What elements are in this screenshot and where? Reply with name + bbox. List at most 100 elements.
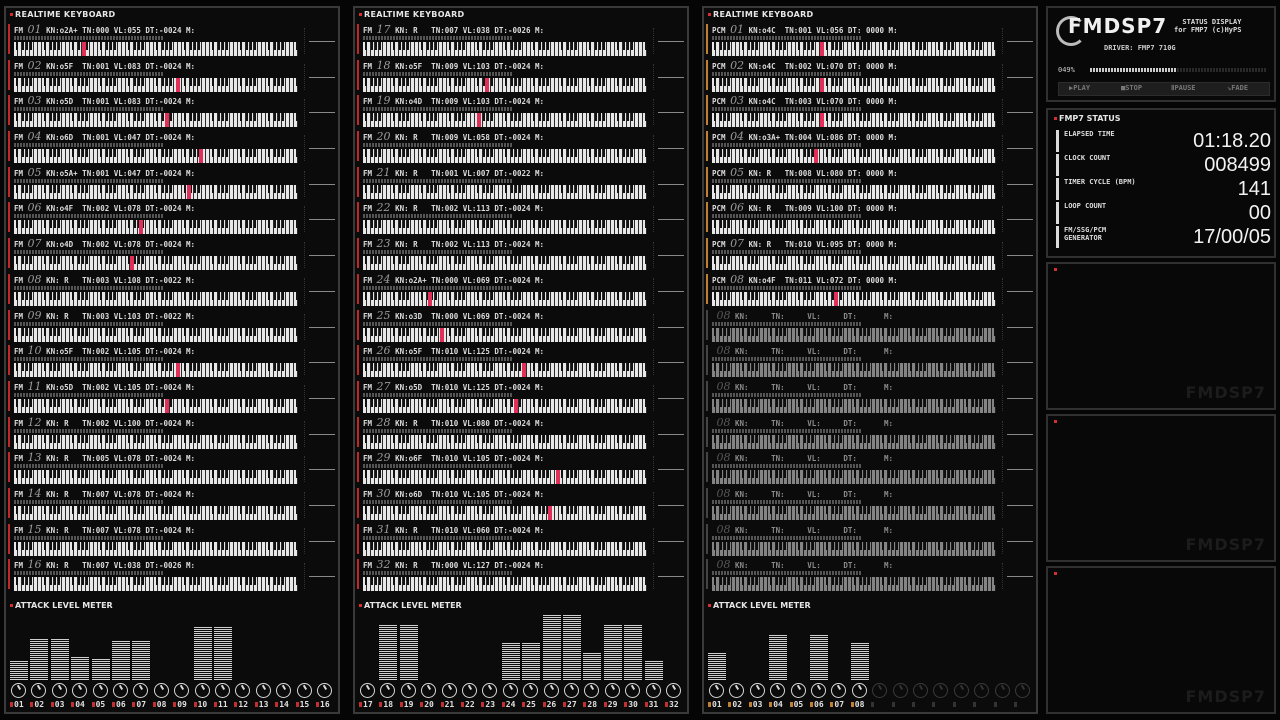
channel-row[interactable]: FM 01 KN:o2A+ TN:000 VL:055 DT:-0024 M: bbox=[8, 22, 338, 58]
pan-knob-icon[interactable] bbox=[811, 683, 826, 698]
channel-row[interactable]: FM 27 KN:o5D TN:010 VL:125 DT:-0024 M: bbox=[357, 379, 687, 415]
pause-button[interactable]: ⅡPAUSE bbox=[1171, 84, 1196, 92]
pan-knob-icon[interactable] bbox=[892, 683, 908, 698]
channel-row[interactable]: PCM 01 KN:o4C TN:001 VL:056 DT: 0000 M: bbox=[706, 22, 1036, 58]
pan-knob-icon[interactable] bbox=[933, 683, 949, 698]
pan-knob-icon[interactable] bbox=[523, 683, 539, 698]
progress-bar[interactable] bbox=[1090, 68, 1266, 72]
pan-knob-icon[interactable] bbox=[564, 683, 579, 698]
pan-knob-icon[interactable] bbox=[255, 683, 271, 698]
channel-row[interactable]: 08 KN: TN: VL: DT: M: bbox=[706, 486, 1036, 522]
channel-row[interactable]: FM 32 KN: R TN:000 VL:127 DT:-0024 M: bbox=[357, 557, 687, 593]
channel-row[interactable]: PCM 07 KN: R TN:010 VL:095 DT: 0000 M: bbox=[706, 236, 1036, 272]
channel-row[interactable]: PCM 05 KN: R TN:008 VL:080 DT: 0000 M: bbox=[706, 165, 1036, 201]
pan-knob-icon[interactable] bbox=[153, 683, 169, 698]
pan-knob-icon[interactable] bbox=[913, 683, 928, 698]
channel-row[interactable]: FM 07 KN:o4D TN:002 VL:078 DT:-0024 M: bbox=[8, 236, 338, 272]
pan-knob-icon[interactable] bbox=[31, 683, 47, 698]
channel-row[interactable]: FM 22 KN: R TN:002 VL:113 DT:-0024 M: bbox=[357, 200, 687, 236]
channel-row[interactable]: FM 08 KN: R TN:003 VL:108 DT:-0022 M: bbox=[8, 272, 338, 308]
pan-knob-icon[interactable] bbox=[462, 683, 477, 698]
channel-row[interactable]: 08 KN: TN: VL: DT: M: bbox=[706, 379, 1036, 415]
pan-knob-icon[interactable] bbox=[133, 683, 149, 698]
pan-knob-icon[interactable] bbox=[194, 683, 210, 698]
channel-row[interactable]: FM 24 KN:o2A+ TN:000 VL:069 DT:-0024 M: bbox=[357, 272, 687, 308]
fade-button[interactable]: ⇘FADE bbox=[1227, 84, 1248, 92]
pan-knob-icon[interactable] bbox=[441, 683, 457, 698]
pan-knob-icon[interactable] bbox=[400, 683, 416, 698]
channel-row[interactable]: FM 05 KN:o5A+ TN:001 VL:047 DT:-0024 M: bbox=[8, 165, 338, 201]
channel-row[interactable]: PCM 08 KN:o4F TN:011 VL:072 DT: 0000 M: bbox=[706, 272, 1036, 308]
pan-knob-icon[interactable] bbox=[174, 683, 190, 698]
channel-row[interactable]: FM 02 KN:o5F TN:001 VL:083 DT:-0024 M: bbox=[8, 58, 338, 94]
channel-row[interactable]: FM 16 KN: R TN:007 VL:038 DT:-0026 M: bbox=[8, 557, 338, 593]
pan-knob-icon[interactable] bbox=[113, 683, 128, 698]
channel-row[interactable]: 08 KN: TN: VL: DT: M: bbox=[706, 308, 1036, 344]
channel-row[interactable]: 08 KN: TN: VL: DT: M: bbox=[706, 557, 1036, 593]
pan-knob-icon[interactable] bbox=[604, 683, 620, 698]
pan-knob-icon[interactable] bbox=[235, 683, 251, 698]
channel-row[interactable]: 08 KN: TN: VL: DT: M: bbox=[706, 450, 1036, 486]
pan-knob-icon[interactable] bbox=[421, 683, 437, 698]
channel-row[interactable]: FM 30 KN:o6D TN:010 VL:105 DT:-0024 M: bbox=[357, 486, 687, 522]
channel-row[interactable]: 08 KN: TN: VL: DT: M: bbox=[706, 415, 1036, 451]
play-button[interactable]: ▶PLAY bbox=[1069, 84, 1090, 92]
pan-knob-icon[interactable] bbox=[994, 683, 1010, 698]
channel-row[interactable]: FM 21 KN: R TN:001 VL:007 DT:-0022 M: bbox=[357, 165, 687, 201]
channel-row[interactable]: FM 23 KN: R TN:002 VL:113 DT:-0024 M: bbox=[357, 236, 687, 272]
pan-knob-icon[interactable] bbox=[1015, 683, 1030, 698]
channel-row[interactable]: PCM 02 KN:o4C TN:002 VL:070 DT: 0000 M: bbox=[706, 58, 1036, 94]
pan-knob-icon[interactable] bbox=[625, 683, 641, 698]
pan-knob-icon[interactable] bbox=[360, 683, 375, 698]
channel-row[interactable]: FM 28 KN: R TN:010 VL:080 DT:-0024 M: bbox=[357, 415, 687, 451]
channel-row[interactable]: FM 29 KN:o6F TN:010 VL:105 DT:-0024 M: bbox=[357, 450, 687, 486]
pan-knob-icon[interactable] bbox=[11, 683, 26, 698]
pan-knob-icon[interactable] bbox=[645, 683, 661, 698]
channel-row[interactable]: FM 18 KN:o5F TN:009 VL:103 DT:-0024 M: bbox=[357, 58, 687, 94]
pan-knob-icon[interactable] bbox=[482, 683, 498, 698]
channel-row[interactable]: FM 10 KN:o5F TN:002 VL:105 DT:-0024 M: bbox=[8, 343, 338, 379]
stop-button[interactable]: ■STOP bbox=[1121, 84, 1142, 92]
channel-row[interactable]: FM 20 KN: R TN:009 VL:058 DT:-0024 M: bbox=[357, 129, 687, 165]
pan-knob-icon[interactable] bbox=[749, 683, 765, 698]
pan-knob-icon[interactable] bbox=[584, 683, 600, 698]
pan-knob-icon[interactable] bbox=[953, 683, 969, 698]
pan-knob-icon[interactable] bbox=[215, 683, 230, 698]
channel-row[interactable]: FM 12 KN: R TN:002 VL:100 DT:-0024 M: bbox=[8, 415, 338, 451]
channel-row[interactable]: FM 19 KN:o4D TN:009 VL:103 DT:-0024 M: bbox=[357, 93, 687, 129]
channel-row[interactable]: FM 11 KN:o5D TN:002 VL:105 DT:-0024 M: bbox=[8, 379, 338, 415]
channel-row[interactable]: FM 15 KN: R TN:007 VL:078 DT:-0024 M: bbox=[8, 522, 338, 558]
pan-knob-icon[interactable] bbox=[92, 683, 108, 698]
pan-knob-icon[interactable] bbox=[851, 683, 867, 698]
pan-knob-icon[interactable] bbox=[729, 683, 745, 698]
pan-knob-icon[interactable] bbox=[51, 683, 67, 698]
channel-row[interactable]: PCM 03 KN:o4C TN:003 VL:070 DT: 0000 M: bbox=[706, 93, 1036, 129]
channel-row[interactable]: FM 17 KN: R TN:007 VL:038 DT:-0026 M: bbox=[357, 22, 687, 58]
channel-row[interactable]: FM 04 KN:o6D TN:001 VL:047 DT:-0024 M: bbox=[8, 129, 338, 165]
pan-knob-icon[interactable] bbox=[380, 683, 396, 698]
pan-knob-icon[interactable] bbox=[317, 683, 332, 698]
channel-row[interactable]: 08 KN: TN: VL: DT: M: bbox=[706, 522, 1036, 558]
pan-knob-icon[interactable] bbox=[974, 683, 990, 698]
pan-knob-icon[interactable] bbox=[543, 683, 559, 698]
pan-knob-icon[interactable] bbox=[72, 683, 88, 698]
pan-knob-icon[interactable] bbox=[296, 683, 312, 698]
channel-row[interactable]: FM 13 KN: R TN:005 VL:078 DT:-0024 M: bbox=[8, 450, 338, 486]
pan-knob-icon[interactable] bbox=[831, 683, 847, 698]
channel-row[interactable]: 08 KN: TN: VL: DT: M: bbox=[706, 343, 1036, 379]
pan-knob-icon[interactable] bbox=[666, 683, 681, 698]
channel-row[interactable]: PCM 06 KN: R TN:009 VL:100 DT: 0000 M: bbox=[706, 200, 1036, 236]
channel-row[interactable]: FM 09 KN: R TN:003 VL:103 DT:-0022 M: bbox=[8, 308, 338, 344]
channel-row[interactable]: FM 03 KN:o5D TN:001 VL:083 DT:-0024 M: bbox=[8, 93, 338, 129]
channel-row[interactable]: FM 31 KN: R TN:010 VL:060 DT:-0024 M: bbox=[357, 522, 687, 558]
pan-knob-icon[interactable] bbox=[790, 683, 806, 698]
channel-row[interactable]: FM 25 KN:o3D TN:000 VL:069 DT:-0024 M: bbox=[357, 308, 687, 344]
channel-row[interactable]: PCM 04 KN:o3A+ TN:004 VL:086 DT: 0000 M: bbox=[706, 129, 1036, 165]
pan-knob-icon[interactable] bbox=[709, 683, 724, 698]
channel-row[interactable]: FM 26 KN:o5F TN:010 VL:125 DT:-0024 M: bbox=[357, 343, 687, 379]
pan-knob-icon[interactable] bbox=[872, 683, 888, 698]
pan-knob-icon[interactable] bbox=[276, 683, 292, 698]
pan-knob-icon[interactable] bbox=[770, 683, 786, 698]
pan-knob-icon[interactable] bbox=[502, 683, 518, 698]
channel-row[interactable]: FM 06 KN:o4F TN:002 VL:078 DT:-0024 M: bbox=[8, 200, 338, 236]
